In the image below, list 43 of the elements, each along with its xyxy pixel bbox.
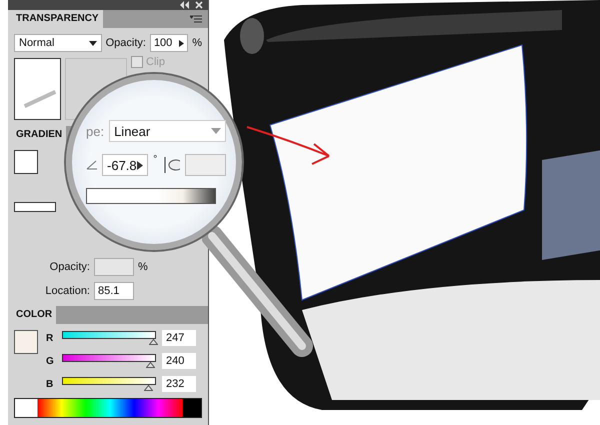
aspect-ratio-icon: [162, 156, 180, 174]
degree-label: °: [153, 154, 158, 165]
panel-tab[interactable]: GRADIEN: [8, 126, 66, 144]
type-label: pe:: [86, 124, 104, 138]
percent-label: %: [192, 37, 202, 49]
arrow-icon[interactable]: [179, 40, 184, 46]
gradient-swatch[interactable]: [14, 150, 38, 174]
clip-checkbox[interactable]: [131, 56, 143, 68]
channel-label: R: [46, 332, 54, 344]
slider-track[interactable]: [62, 354, 156, 362]
location-field[interactable]: 85.1: [94, 282, 134, 300]
color-swatch[interactable]: [14, 330, 38, 354]
artwork-thumbnail: [14, 58, 61, 120]
angle-field[interactable]: -67.8: [102, 154, 148, 176]
color-spectrum[interactable]: [14, 398, 202, 418]
caret-icon: [211, 128, 221, 134]
location-label: Location:: [44, 285, 90, 297]
channel-value-field[interactable]: 247: [162, 330, 196, 346]
opacity-label: Opacity:: [106, 37, 146, 49]
menu-icon[interactable]: [190, 15, 202, 23]
percent-label: %: [138, 261, 148, 273]
angle-icon: [86, 160, 98, 170]
opacity-field[interactable]: [94, 258, 134, 276]
knob-drawing: [240, 18, 264, 54]
slider-thumb[interactable]: [149, 338, 158, 344]
close-icon[interactable]: [195, 1, 203, 9]
channel-value-field[interactable]: 232: [162, 376, 196, 392]
gradient-ramp: [14, 202, 56, 212]
aspect-ratio-field[interactable]: [184, 154, 226, 176]
blend-mode-dropdown[interactable]: Normal: [14, 34, 102, 52]
gradient-type-dropdown[interactable]: Linear: [109, 120, 226, 142]
channel-label: B: [46, 378, 54, 390]
arrow-icon[interactable]: [137, 160, 144, 170]
slider-track[interactable]: [62, 376, 156, 384]
channel-label: G: [46, 356, 55, 366]
panel-tab[interactable]: TRANSPARENCY: [8, 10, 103, 28]
opacity-label: Opacity:: [48, 261, 90, 273]
clip-label: Clip: [146, 56, 165, 68]
slider-track[interactable]: [62, 330, 156, 338]
caret-icon: [88, 40, 97, 46]
channel-value-field[interactable]: 240: [162, 353, 196, 369]
panel-tab[interactable]: COLOR: [8, 306, 56, 324]
opacity-field[interactable]: 100: [150, 34, 188, 52]
